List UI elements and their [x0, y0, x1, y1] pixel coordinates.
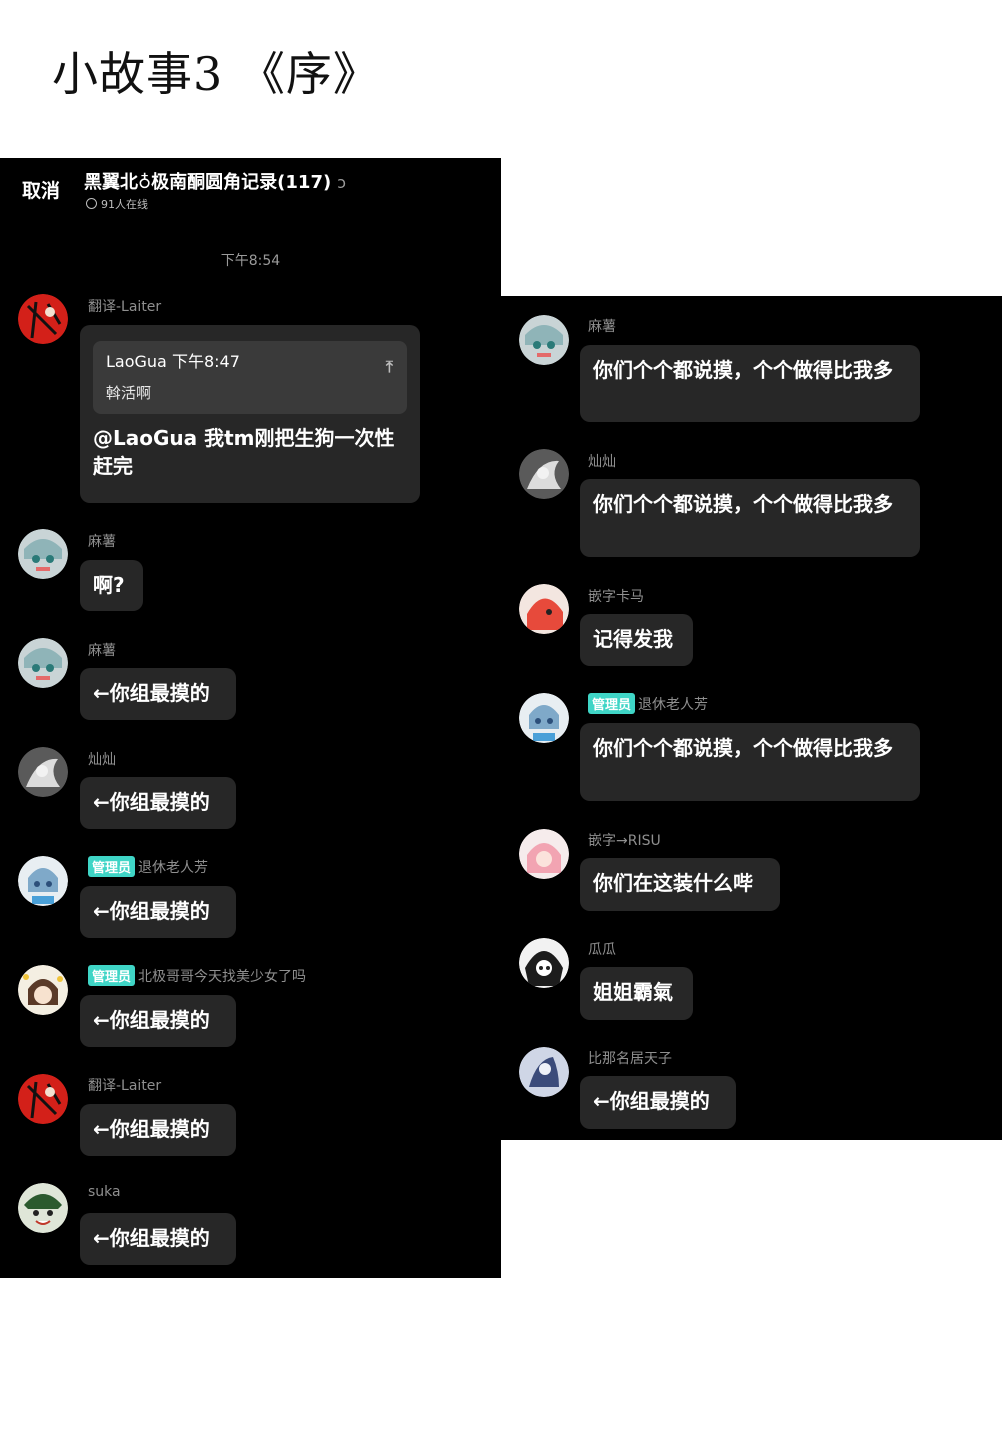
avatar-laiter-icon [18, 1074, 68, 1124]
sender-name: 瓜瓜 [588, 942, 616, 958]
avatar-mashu-icon [18, 638, 68, 688]
avatar[interactable] [519, 315, 569, 365]
message-text: 你们个个都说摸，个个做得比我多 [593, 358, 893, 382]
message-bubble[interactable]: 你们个个都说摸，个个做得比我多 [580, 345, 920, 422]
admin-badge: 管理员 [88, 856, 136, 877]
message-text: ←你组最摸的 [93, 899, 210, 923]
message-bubble[interactable]: 你们个个都说摸，个个做得比我多 [580, 723, 920, 801]
message-text: ←你组最摸的 [93, 681, 210, 705]
avatar[interactable] [18, 1183, 68, 1233]
avatar[interactable] [18, 638, 68, 688]
message-bubble[interactable]: 姐姐霸氣 [580, 967, 693, 1020]
avatar-kama-icon [519, 584, 569, 634]
quote-body: 斡活啊 [106, 384, 152, 402]
message-text: 啊? [93, 573, 125, 597]
sender-name: 退休老人芳 [138, 860, 209, 876]
avatar[interactable] [18, 747, 68, 797]
sender-name: suka [88, 1184, 121, 1200]
message-text: 记得发我 [593, 627, 673, 651]
sender-name: 嵌字→RISU [588, 833, 661, 849]
sender-name-row: 管理员 退休老人芳 [588, 693, 708, 714]
sender-name: 灿灿 [588, 454, 616, 470]
message-bubble[interactable]: ←你组最摸的 [580, 1076, 736, 1129]
avatar[interactable] [519, 938, 569, 988]
message-bubble[interactable]: ←你组最摸的 [80, 668, 236, 720]
avatar[interactable] [519, 449, 569, 499]
message-bubble[interactable]: ←你组最摸的 [80, 886, 236, 938]
message-bubble[interactable]: 你们在这装什么哔 [580, 858, 780, 911]
cancel-button[interactable]: 取消 [22, 176, 60, 203]
avatar-laiter-icon [18, 294, 68, 344]
time-divider: 下午8:54 [220, 253, 281, 269]
message-text: @LaoGua 我tm刚把生狗一次性赶完 [93, 426, 395, 478]
avatar[interactable] [18, 965, 68, 1015]
sender-name: 嵌字卡马 [588, 589, 644, 605]
message-text: ←你组最摸的 [93, 1117, 210, 1141]
sender-name: 麻薯 [88, 534, 116, 550]
online-text: 91人在线 [101, 198, 148, 211]
message-text: ←你组最摸的 [93, 1226, 210, 1250]
avatar-fang-icon [519, 693, 569, 743]
quote-header: LaoGua 下午8:47 [106, 352, 240, 371]
sender-name: 比那名居天子 [588, 1051, 672, 1067]
avatar[interactable] [18, 1074, 68, 1124]
group-title-text: 黑翼北♁极南酮圆角记录(117) [84, 172, 332, 193]
message-bubble[interactable]: 你们个个都说摸，个个做得比我多 [580, 479, 920, 557]
avatar-risu-icon [519, 829, 569, 879]
message-bubble[interactable]: ←你组最摸的 [80, 995, 236, 1047]
avatar[interactable] [519, 829, 569, 879]
avatar-tenshi-icon [519, 1047, 569, 1097]
avatar-cancan-icon [519, 449, 569, 499]
message-bubble[interactable]: ←你组最摸的 [80, 777, 236, 829]
admin-badge: 管理员 [588, 693, 636, 714]
message-bubble[interactable]: ←你组最摸的 [80, 1213, 236, 1265]
avatar-mashu-icon [18, 529, 68, 579]
online-icon [86, 198, 97, 209]
avatar[interactable] [519, 1047, 569, 1097]
sender-name: 麻薯 [88, 643, 116, 659]
avatar-suka-icon [18, 1183, 68, 1233]
message-bubble[interactable]: LaoGua 下午8:47 斡活啊 ⤒ @LaoGua 我tm刚把生狗一次性赶完 [80, 325, 420, 503]
message-text: 你们在这装什么哔 [593, 871, 753, 895]
sender-name: 翻译-Laiter [88, 1078, 162, 1094]
ear-icon: ↄ [337, 173, 347, 192]
avatar-cancan-icon [18, 747, 68, 797]
avatar-mashu-icon [519, 315, 569, 365]
message-bubble[interactable]: 记得发我 [580, 614, 693, 666]
avatar-fang-icon [18, 856, 68, 906]
avatar[interactable] [18, 856, 68, 906]
sender-name: 灿灿 [88, 752, 116, 768]
quoted-message[interactable]: LaoGua 下午8:47 斡活啊 ⤒ [93, 341, 407, 414]
page-title: 小故事3 《序》 [52, 47, 380, 101]
message-text: ←你组最摸的 [93, 790, 210, 814]
sender-name: 麻薯 [588, 319, 616, 335]
message-text: 姐姐霸氣 [593, 980, 673, 1004]
message-text: ←你组最摸的 [93, 1008, 210, 1032]
sender-name: 翻译-Laiter [88, 299, 162, 315]
jump-to-top-icon[interactable]: ⤒ [386, 353, 393, 381]
message-text: 你们个个都说摸，个个做得比我多 [593, 492, 893, 516]
avatar-beiji-icon [18, 965, 68, 1015]
sender-name-row: 管理员 退休老人芳 [88, 856, 208, 877]
sender-name: 北极哥哥今天找美少女了吗 [138, 969, 307, 985]
avatar-guagua-icon [519, 938, 569, 988]
group-title: 黑翼北♁极南酮圆角记录(117) ↄ [84, 168, 346, 194]
avatar[interactable] [18, 529, 68, 579]
message-text: 你们个个都说摸，个个做得比我多 [593, 736, 893, 760]
message-text: ←你组最摸的 [593, 1089, 710, 1113]
avatar[interactable] [519, 584, 569, 634]
message-bubble[interactable]: 啊? [80, 560, 143, 611]
sender-name-row: 管理员 北极哥哥今天找美少女了吗 [88, 965, 306, 986]
avatar[interactable] [18, 294, 68, 344]
sender-name: 退休老人芳 [638, 697, 709, 713]
chat-screenshot-right: 麻薯 你们个个都说摸，个个做得比我多 灿灿 你们个个都说摸，个个做得比我多 嵌字… [501, 296, 1002, 1140]
online-count: 91人在线 [86, 196, 148, 212]
message-bubble[interactable]: ←你组最摸的 [80, 1104, 236, 1156]
chat-screenshot-left: 取消 黑翼北♁极南酮圆角记录(117) ↄ 91人在线 下午8:54 翻译-Lai… [0, 158, 501, 1278]
admin-badge: 管理员 [88, 965, 136, 986]
avatar[interactable] [519, 693, 569, 743]
